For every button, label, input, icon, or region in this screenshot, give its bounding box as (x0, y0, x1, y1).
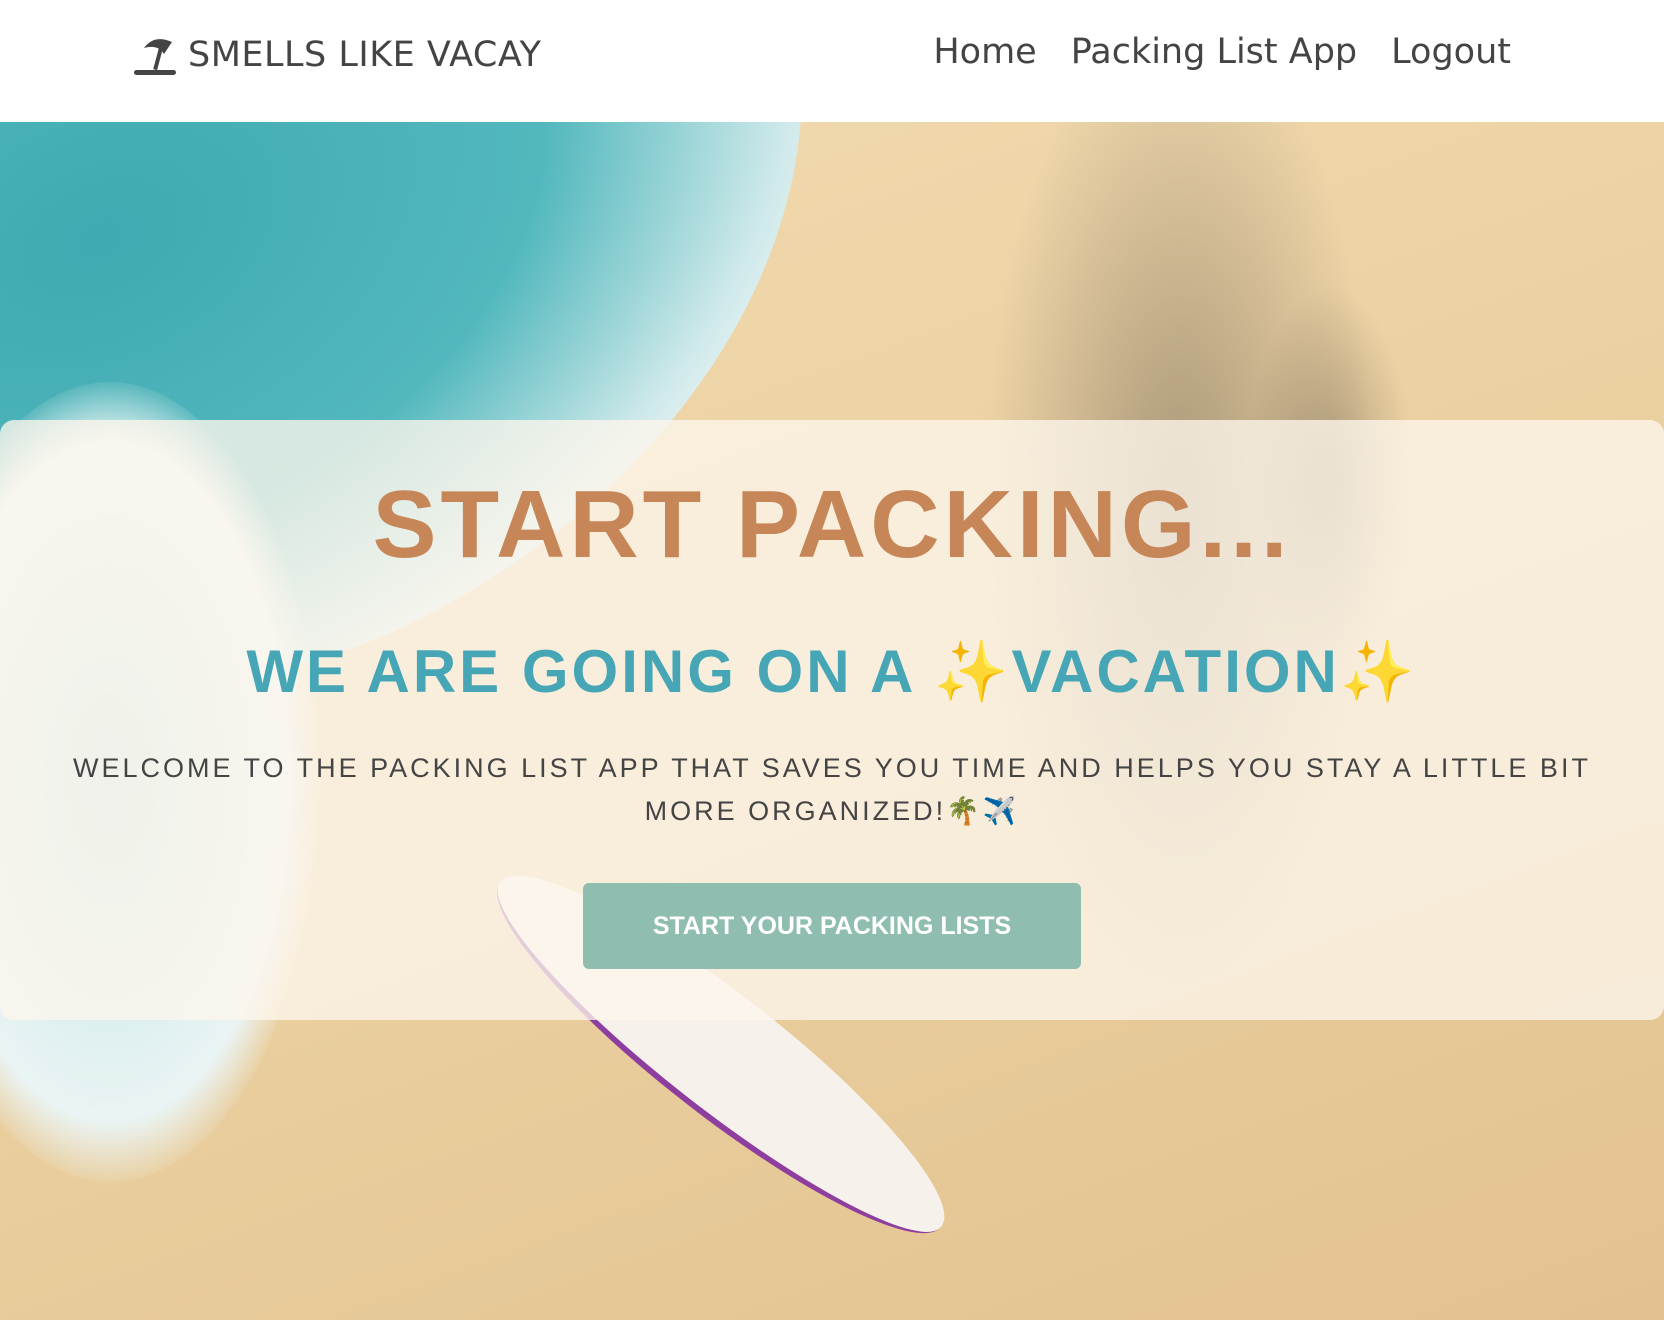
nav-link-packing-list-app[interactable]: Packing List App (1071, 32, 1357, 72)
hero-section: START PACKING... WE ARE GOING ON A ✨VACA… (0, 122, 1664, 1320)
beach-umbrella-icon (134, 39, 176, 75)
nav-link-home[interactable]: Home (933, 32, 1036, 72)
brand-link[interactable]: SMELLS LIKE VACAY (134, 34, 541, 76)
hero-subtitle: WE ARE GOING ON A ✨VACATION✨ (246, 638, 1418, 705)
start-packing-lists-button[interactable]: START YOUR PACKING LISTS (583, 883, 1081, 969)
brand-name: SMELLS LIKE VACAY (188, 35, 542, 75)
hero-title: START PACKING... (372, 471, 1292, 578)
hero-card: START PACKING... WE ARE GOING ON A ✨VACA… (0, 420, 1664, 1020)
navbar: SMELLS LIKE VACAY Home Packing List App … (0, 0, 1664, 122)
welcome-text: WELCOME TO THE PACKING LIST APP THAT SAV… (73, 753, 1591, 826)
nav-link-logout[interactable]: Logout (1391, 32, 1511, 72)
